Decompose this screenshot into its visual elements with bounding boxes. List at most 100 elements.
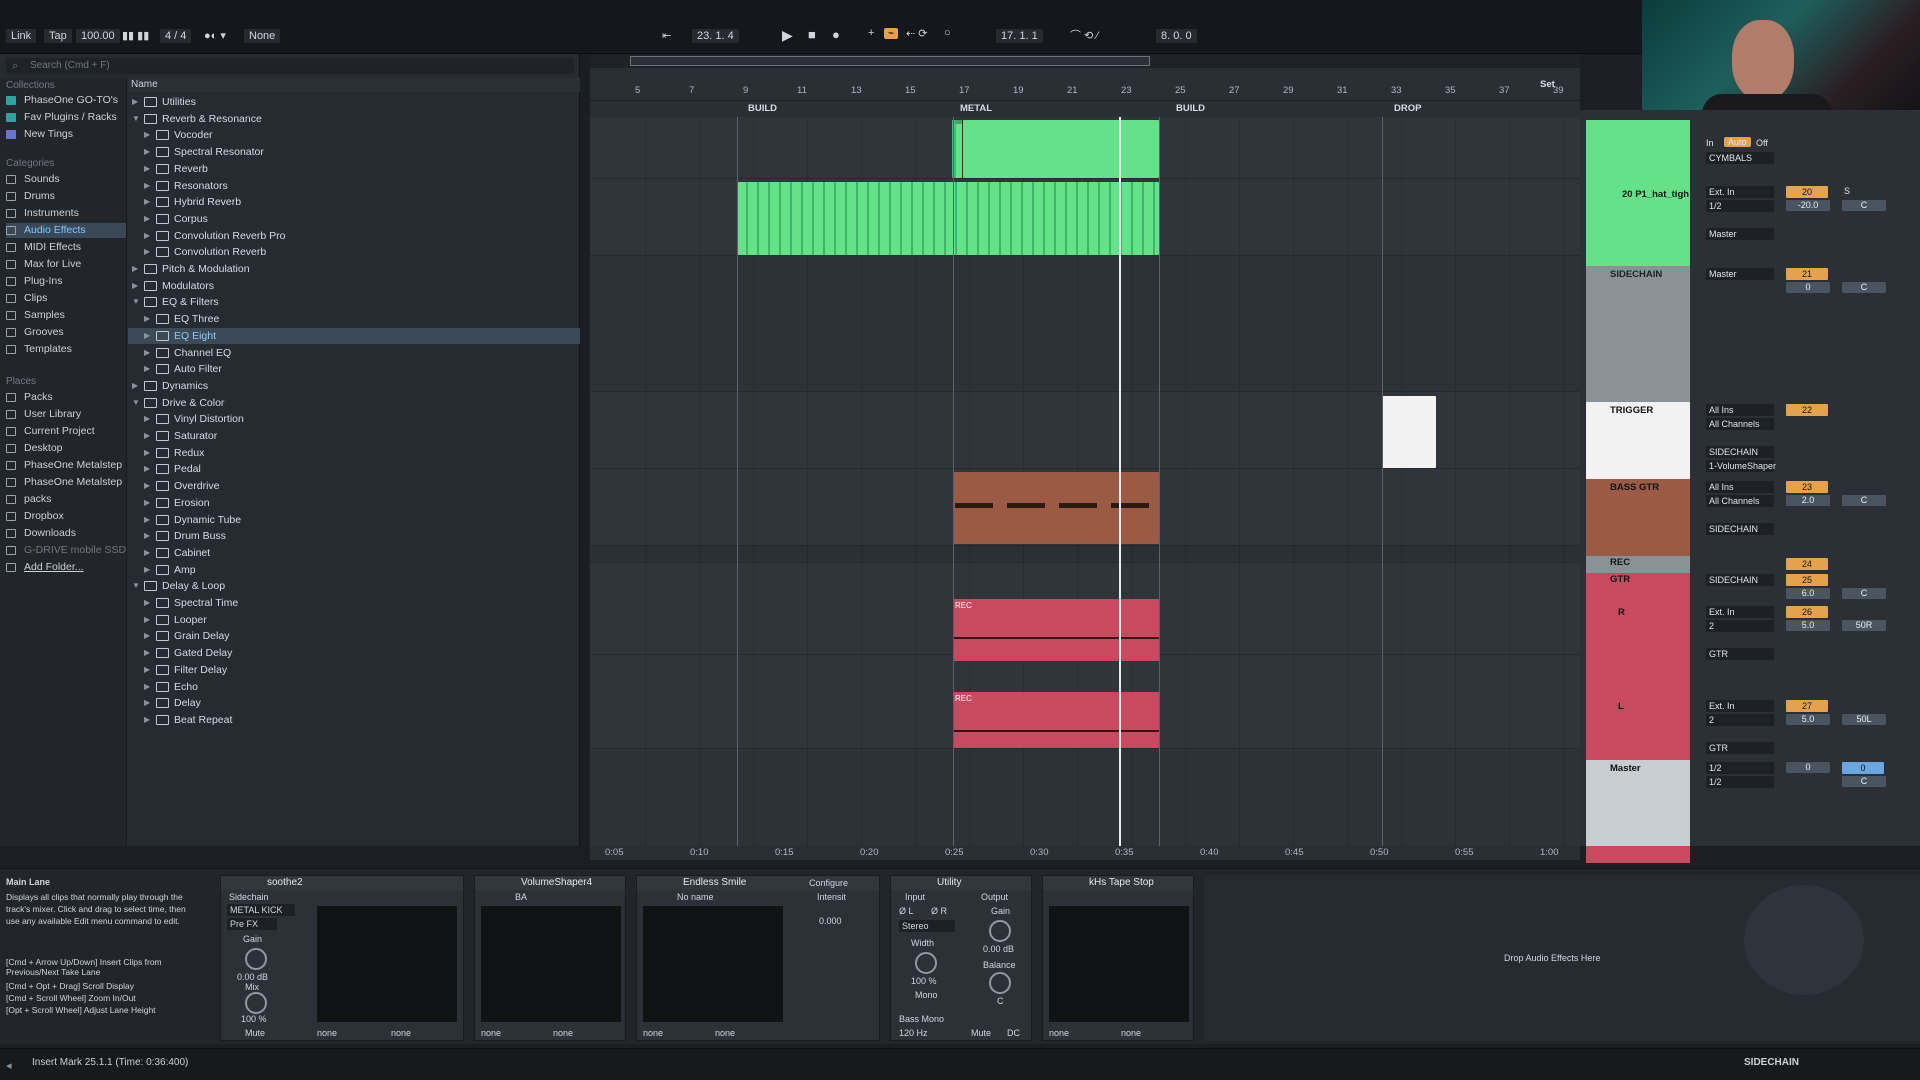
chevron-right-icon[interactable]: ▶ — [144, 178, 154, 195]
browser-row[interactable]: ▶ Filter Delay — [128, 662, 580, 679]
browser-row[interactable]: ▶ Vocoder — [128, 127, 580, 144]
chevron-right-icon[interactable]: ▶ — [132, 378, 142, 395]
chevron-right-icon[interactable]: ▶ — [144, 645, 154, 662]
chevron-right-icon[interactable]: ▶ — [144, 478, 154, 495]
place-item[interactable]: PhaseOne Metalstep — [6, 475, 126, 490]
macro-select[interactable]: none — [553, 1028, 573, 1038]
output-select[interactable]: 1/2 — [1706, 776, 1774, 788]
browser-row[interactable]: ▶ Corpus — [128, 211, 580, 228]
macro-select[interactable]: none — [391, 1028, 411, 1038]
input-channel[interactable]: All Channels — [1706, 418, 1774, 430]
pre-fx-select[interactable]: Pre FX — [227, 918, 277, 930]
chevron-right-icon[interactable]: ▶ — [144, 595, 154, 612]
chevron-right-icon[interactable]: ▶ — [144, 528, 154, 545]
preset-label[interactable]: No name — [677, 892, 714, 902]
clip-bass-gtr[interactable] — [953, 472, 1159, 544]
tap-button[interactable]: Tap — [44, 29, 72, 43]
sidechain-source[interactable]: METAL KICK — [227, 904, 295, 916]
name-column-header[interactable]: Name — [128, 78, 580, 92]
place-item[interactable]: PhaseOne Metalstep — [6, 458, 126, 473]
category-sounds[interactable]: Sounds — [6, 172, 126, 187]
tempo-field[interactable]: 100.00 — [76, 29, 120, 43]
chevron-down-icon[interactable]: ▼ — [132, 395, 142, 412]
loop-start[interactable]: 17. 1. 1 — [996, 29, 1043, 43]
chevron-right-icon[interactable]: ▶ — [144, 679, 154, 696]
chevron-right-icon[interactable]: ▶ — [144, 461, 154, 478]
chevron-right-icon[interactable]: ▶ — [144, 228, 154, 245]
track-name[interactable]: TRIGGER — [1592, 402, 1692, 416]
lane-master[interactable] — [590, 749, 1580, 847]
browser-row[interactable]: ▶ Reverb — [128, 161, 580, 178]
mono-button[interactable]: Mono — [915, 990, 938, 1000]
lane-sidechain[interactable] — [590, 256, 1580, 392]
track-name[interactable]: Master — [1592, 760, 1692, 774]
macro-select[interactable]: none — [1121, 1028, 1141, 1038]
place-item[interactable]: packs — [6, 492, 126, 507]
chevron-right-icon[interactable]: ▶ — [132, 94, 142, 111]
browser-row[interactable]: ▶ Resonators — [128, 178, 580, 195]
overdub-icon[interactable]: + — [868, 27, 874, 39]
collection-item[interactable]: New Tings — [6, 127, 126, 142]
configure-button[interactable]: Configure — [809, 878, 848, 888]
pan-field[interactable]: 50R — [1842, 620, 1886, 631]
volume-field[interactable]: 2.0 — [1786, 495, 1830, 506]
track-sidechain-head[interactable] — [1586, 266, 1690, 402]
place-item[interactable]: User Library — [6, 407, 126, 422]
set-locator-button[interactable]: Set — [1540, 79, 1555, 90]
browser-row[interactable]: ▶ Echo — [128, 679, 580, 696]
place-item[interactable]: Desktop — [6, 441, 126, 456]
track-number[interactable]: 25 — [1786, 574, 1828, 586]
device-title[interactable]: soothe2 — [221, 876, 463, 890]
category-samples[interactable]: Samples — [6, 308, 126, 323]
link-button[interactable]: Link — [6, 29, 37, 43]
output-select[interactable]: Master — [1706, 228, 1774, 240]
device-display[interactable] — [1049, 906, 1189, 1022]
browser-row[interactable]: ▶ Convolution Reverb — [128, 244, 580, 261]
phase-r-button[interactable]: Ø R — [931, 906, 947, 916]
browser-row[interactable]: ▶ Grain Delay — [128, 628, 580, 645]
output-select[interactable]: GTR — [1706, 648, 1774, 660]
input-channel[interactable]: 2 — [1706, 620, 1774, 632]
macro-select[interactable]: none — [715, 1028, 735, 1038]
track-number[interactable]: 24 — [1786, 558, 1828, 570]
place-item[interactable]: Current Project — [6, 424, 126, 439]
chevron-right-icon[interactable]: ▶ — [144, 127, 154, 144]
time-signature[interactable]: 4 / 4 — [160, 29, 192, 43]
browser-row[interactable]: ▶ Saturator — [128, 428, 580, 445]
playhead[interactable] — [1119, 117, 1121, 847]
chevron-right-icon[interactable]: ▶ — [144, 695, 154, 712]
browser-row[interactable]: ▶ Hybrid Reverb — [128, 194, 580, 211]
track-name[interactable]: 20 P1_hat_tigh — [1604, 186, 1704, 200]
category-max-for-live[interactable]: Max for Live — [6, 257, 126, 272]
macro-select[interactable]: none — [317, 1028, 337, 1038]
input-select[interactable]: Ext. In — [1706, 186, 1774, 198]
monitor-auto[interactable]: Auto — [1724, 137, 1751, 147]
device-display[interactable] — [481, 906, 621, 1022]
category-grooves[interactable]: Grooves — [6, 325, 126, 340]
chevron-right-icon[interactable]: ▶ — [144, 345, 154, 362]
locator-build-1[interactable]: BUILD — [748, 103, 777, 114]
macro-select[interactable]: none — [481, 1028, 501, 1038]
track-name[interactable]: REC — [1592, 554, 1692, 568]
song-position[interactable]: 23. 1. 4 — [692, 29, 739, 43]
input-select[interactable]: 1/2 — [1706, 762, 1774, 774]
category-instruments[interactable]: Instruments — [6, 206, 126, 221]
chevron-right-icon[interactable]: ▶ — [144, 512, 154, 529]
pan-field[interactable]: C — [1842, 200, 1886, 211]
browser-row[interactable]: ▶ Erosion — [128, 495, 580, 512]
category-templates[interactable]: Templates — [6, 342, 126, 357]
metronome-icon[interactable]: ▮▮ ▮▮ — [122, 29, 149, 42]
locator-drop[interactable]: DROP — [1394, 103, 1421, 114]
track-number[interactable]: 20 — [1786, 186, 1828, 198]
balance-knob[interactable] — [989, 972, 1011, 994]
browser-row[interactable]: ▶ Modulators — [128, 278, 580, 295]
device-endless-smile[interactable]: Endless Smile Configure No name Intensit… — [636, 875, 880, 1041]
browser-row[interactable]: ▶ Spectral Resonator — [128, 144, 580, 161]
input-select[interactable]: Ext. In — [1706, 700, 1774, 712]
chevron-right-icon[interactable]: ▶ — [144, 545, 154, 562]
browser-row[interactable]: ▶ Redux — [128, 445, 580, 462]
chevron-right-icon[interactable]: ▶ — [144, 662, 154, 679]
clip-gtr-r[interactable]: REC — [953, 599, 1159, 661]
output-select[interactable]: GTR — [1706, 742, 1774, 754]
arrangement-overview[interactable] — [590, 54, 1580, 68]
